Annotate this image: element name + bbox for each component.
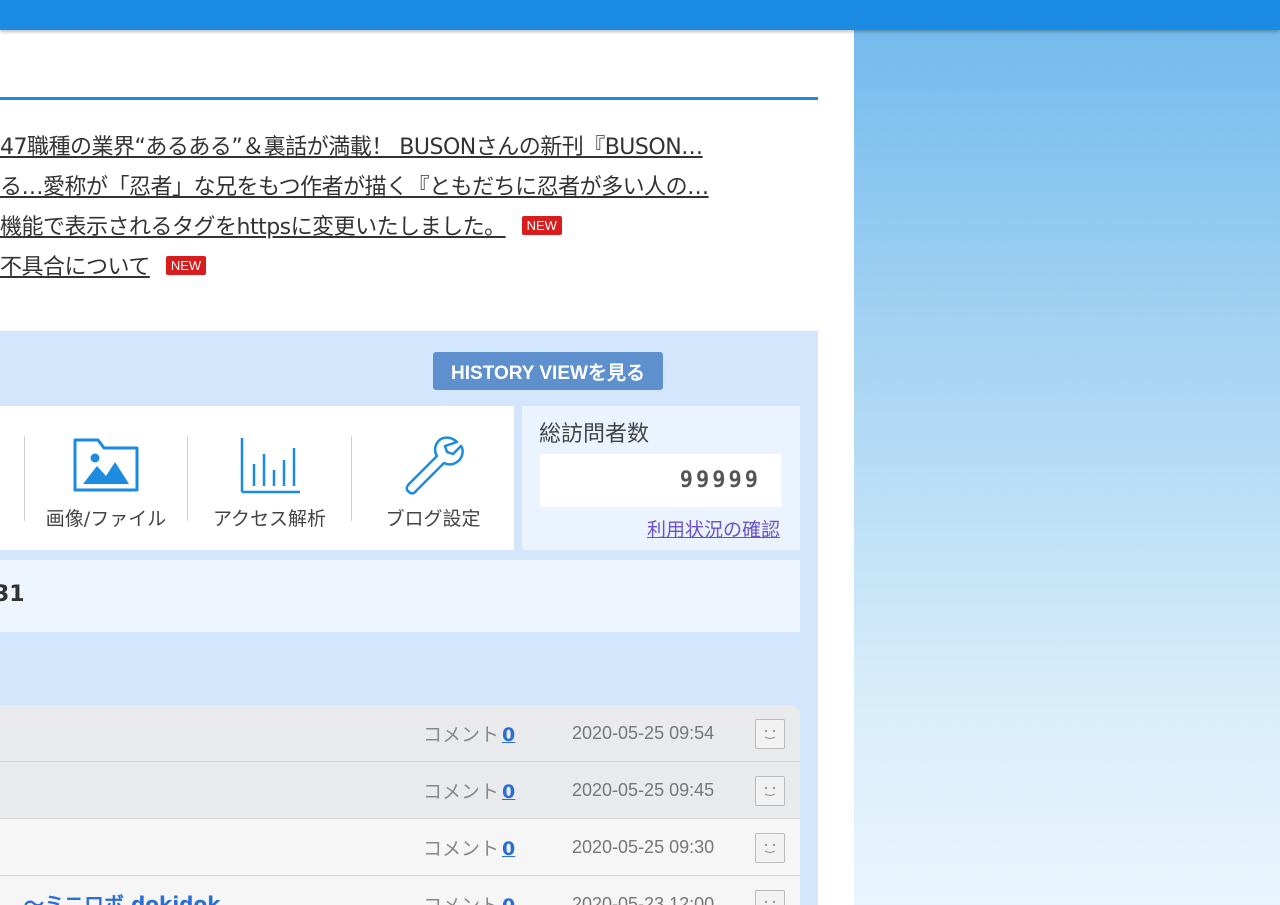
news-link[interactable]: 不具合について xyxy=(0,249,150,281)
tool-label: ブログ設定 xyxy=(385,508,481,530)
table-row[interactable]: コメント 0 2020-05-25 09:30 xyxy=(0,819,800,876)
news-link[interactable]: 機能で表示されるタグをhttpsに変更いたしました。 xyxy=(0,209,506,241)
bar-chart-icon xyxy=(238,434,302,500)
face-icon xyxy=(764,900,776,904)
news-link[interactable]: 47職種の業界“あるある”＆裏話が満載！ BUSONさんの新刊『BUSON… xyxy=(0,129,703,161)
comment-link[interactable]: 0 xyxy=(502,724,515,746)
entry-date: 2020-05-25 09:45 xyxy=(572,780,715,800)
entry-list: コメント 0 2020-05-25 09:54 コメント 0 2020-05-25 … xyxy=(0,705,800,905)
face-icon xyxy=(764,729,776,740)
section-divider xyxy=(0,97,818,100)
main-content: 47職種の業界“あるある”＆裏話が満載！ BUSONさんの新刊『BUSON… る… xyxy=(0,30,854,905)
new-badge: NEW xyxy=(521,215,562,235)
entry-date: 2020-05-25 09:54 xyxy=(572,723,715,743)
entry-title[interactable]: ～ミニロボ dokidok xyxy=(24,888,221,905)
avatar xyxy=(755,890,785,905)
entry-date: 2020-05-25 09:30 xyxy=(572,837,715,857)
table-row[interactable]: ～ミニロボ dokidok コメント0 2020-05-23 12:00 xyxy=(0,876,800,905)
comment-label: コメント xyxy=(423,781,500,803)
news-item: る…愛称が「忍者」な兄をもつ作者が描く『ともだちに忍者が多い人の… xyxy=(0,170,709,200)
comment-link[interactable]: 0 xyxy=(502,895,515,905)
dashboard-panel: HISTORY VIEWを見る 画像/ファイル アクセス解析 ブログ設定 総訪問… xyxy=(0,331,818,905)
tool-label: 画像/ファイル xyxy=(45,508,167,530)
avatar xyxy=(755,833,785,863)
table-row[interactable]: コメント 0 2020-05-25 09:45 xyxy=(0,762,800,819)
tool-shortcuts: 画像/ファイル アクセス解析 ブログ設定 xyxy=(0,406,514,550)
news-item: 47職種の業界“あるある”＆裏話が満載！ BUSONさんの新刊『BUSON… xyxy=(0,130,703,160)
comment-label: コメント xyxy=(423,895,499,905)
history-view-button[interactable]: HISTORY VIEWを見る xyxy=(433,352,663,390)
news-item: 不具合について NEW xyxy=(0,249,207,281)
info-box: 31 xyxy=(0,560,800,632)
comment-count: コメント0 xyxy=(423,834,515,861)
comment-label: コメント xyxy=(423,838,500,860)
news-link[interactable]: る…愛称が「忍者」な兄をもつ作者が描く『ともだちに忍者が多い人の… xyxy=(0,169,709,201)
table-row[interactable]: コメント 0 2020-05-25 09:54 xyxy=(0,705,800,762)
comment-link[interactable]: 0 xyxy=(502,781,515,803)
face-icon xyxy=(764,786,776,797)
visitor-count: 99999 xyxy=(540,454,781,507)
tool-image-file[interactable]: 画像/ファイル xyxy=(25,406,187,550)
top-bar xyxy=(0,0,1280,30)
face-icon xyxy=(764,843,776,854)
visitor-counter: 総訪問者数 99999 利用状況の確認 xyxy=(522,406,800,550)
entry-date: 2020-05-23 12:00 xyxy=(572,894,715,905)
news-item: 機能で表示されるタグをhttpsに変更いたしました。 NEW xyxy=(0,210,562,240)
avatar xyxy=(755,776,785,806)
avatar xyxy=(755,719,785,749)
tool-access-analytics[interactable]: アクセス解析 xyxy=(188,406,351,550)
new-badge: NEW xyxy=(165,255,207,275)
tool-blog-settings[interactable]: ブログ設定 xyxy=(352,406,514,550)
comment-label: コメント xyxy=(423,724,500,746)
usage-status-link[interactable]: 利用状況の確認 xyxy=(647,515,780,542)
image-folder-icon xyxy=(71,434,141,500)
comment-count: コメント0 xyxy=(423,720,515,747)
wrench-icon xyxy=(401,434,465,500)
comment-count: コメント0 xyxy=(423,891,515,905)
comment-count: コメント0 xyxy=(423,777,515,804)
visitor-title: 総訪問者数 xyxy=(539,422,650,447)
info-number: 31 xyxy=(0,582,25,607)
tool-label: アクセス解析 xyxy=(212,508,327,530)
comment-link[interactable]: 0 xyxy=(502,838,515,860)
